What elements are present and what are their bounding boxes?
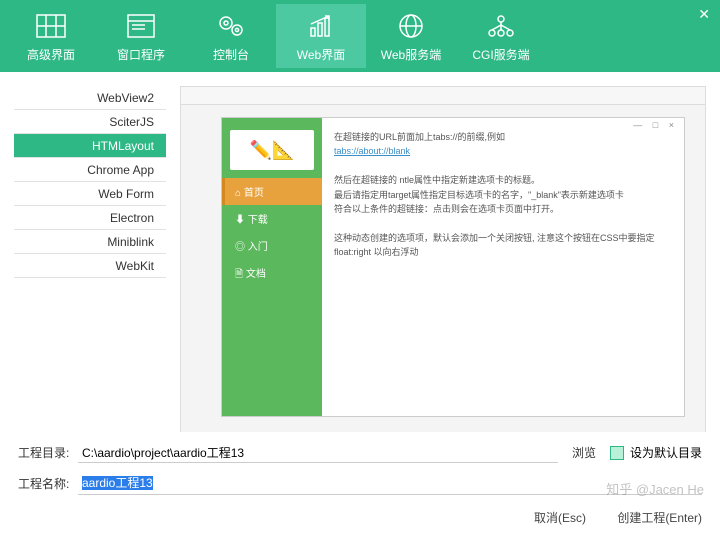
tab-web-server[interactable]: Web服务端 <box>366 4 456 68</box>
window-icon <box>125 10 157 42</box>
tab-window-app[interactable]: 窗口程序 <box>96 4 186 68</box>
network-icon <box>485 10 517 42</box>
side-item-sciterjs[interactable]: SciterJS <box>14 110 166 134</box>
project-dir-input[interactable] <box>78 442 558 463</box>
side-item-electron[interactable]: Electron <box>14 206 166 230</box>
category-tabbar: 高级界面 窗口程序 控制台 Web界面 Web服务端 CGI服务端 ✕ <box>0 0 720 72</box>
gears-icon <box>215 10 247 42</box>
side-item-miniblink[interactable]: Miniblink <box>14 230 166 254</box>
window-controls-icon: — □ × <box>633 120 678 130</box>
close-icon[interactable]: ✕ <box>698 6 710 23</box>
globe-icon <box>395 10 427 42</box>
preview-toolbar <box>181 87 705 105</box>
preview-content: 在超链接的URL前面加上tabs://的前缀,例如 tabs://about:/… <box>322 118 684 416</box>
template-preview: — □ × ✏️📐 ⌂ 首页 ⬇ 下载 ◎ 入门 🗎 文档 在超链接的URL前面… <box>180 86 706 438</box>
preview-menu-download: ⬇ 下载 <box>222 205 322 232</box>
tab-label: Web服务端 <box>381 46 441 63</box>
side-item-htmlayout[interactable]: HTMLayout <box>14 134 166 158</box>
preview-menu-home: ⌂ 首页 <box>222 178 322 205</box>
tab-console[interactable]: 控制台 <box>186 4 276 68</box>
preview-menu-docs: 🗎 文档 <box>222 259 322 290</box>
set-default-label: 设为默认目录 <box>630 444 702 461</box>
side-item-webkit[interactable]: WebKit <box>14 254 166 278</box>
tab-cgi-server[interactable]: CGI服务端 <box>456 4 546 68</box>
template-list: WebView2 SciterJS HTMLayout Chrome App W… <box>0 72 180 438</box>
set-default-checkbox[interactable] <box>610 446 624 460</box>
cancel-button[interactable]: 取消(Esc) <box>534 511 586 525</box>
preview-link: tabs://about://blank <box>334 146 410 156</box>
side-item-webform[interactable]: Web Form <box>14 182 166 206</box>
tab-advanced-ui[interactable]: 高级界面 <box>6 4 96 68</box>
tab-label: CGI服务端 <box>472 46 529 63</box>
side-item-webview2[interactable]: WebView2 <box>14 86 166 110</box>
preview-window: — □ × ✏️📐 ⌂ 首页 ⬇ 下载 ◎ 入门 🗎 文档 在超链接的URL前面… <box>221 117 685 417</box>
side-item-chromeapp[interactable]: Chrome App <box>14 158 166 182</box>
tab-label: 窗口程序 <box>117 46 165 63</box>
project-name-input[interactable]: aardio工程13 <box>78 471 702 495</box>
tab-label: 控制台 <box>213 46 249 63</box>
dir-label: 工程目录: <box>18 444 78 461</box>
grid-icon <box>35 10 67 42</box>
preview-sidebar: ✏️📐 ⌂ 首页 ⬇ 下载 ◎ 入门 🗎 文档 <box>222 118 322 416</box>
tab-label: Web界面 <box>297 46 345 63</box>
tab-web-ui[interactable]: Web界面 <box>276 4 366 68</box>
browse-button[interactable]: 浏览 <box>572 444 596 461</box>
chart-icon <box>305 10 337 42</box>
preview-menu-intro: ◎ 入门 <box>222 232 322 259</box>
create-button[interactable]: 创建工程(Enter) <box>617 511 702 525</box>
name-label: 工程名称: <box>18 475 78 492</box>
project-form: 工程目录: 浏览 设为默认目录 工程名称: aardio工程13 取消(Esc)… <box>0 432 720 536</box>
tab-label: 高级界面 <box>27 46 75 63</box>
preview-logo: ✏️📐 <box>230 130 314 170</box>
